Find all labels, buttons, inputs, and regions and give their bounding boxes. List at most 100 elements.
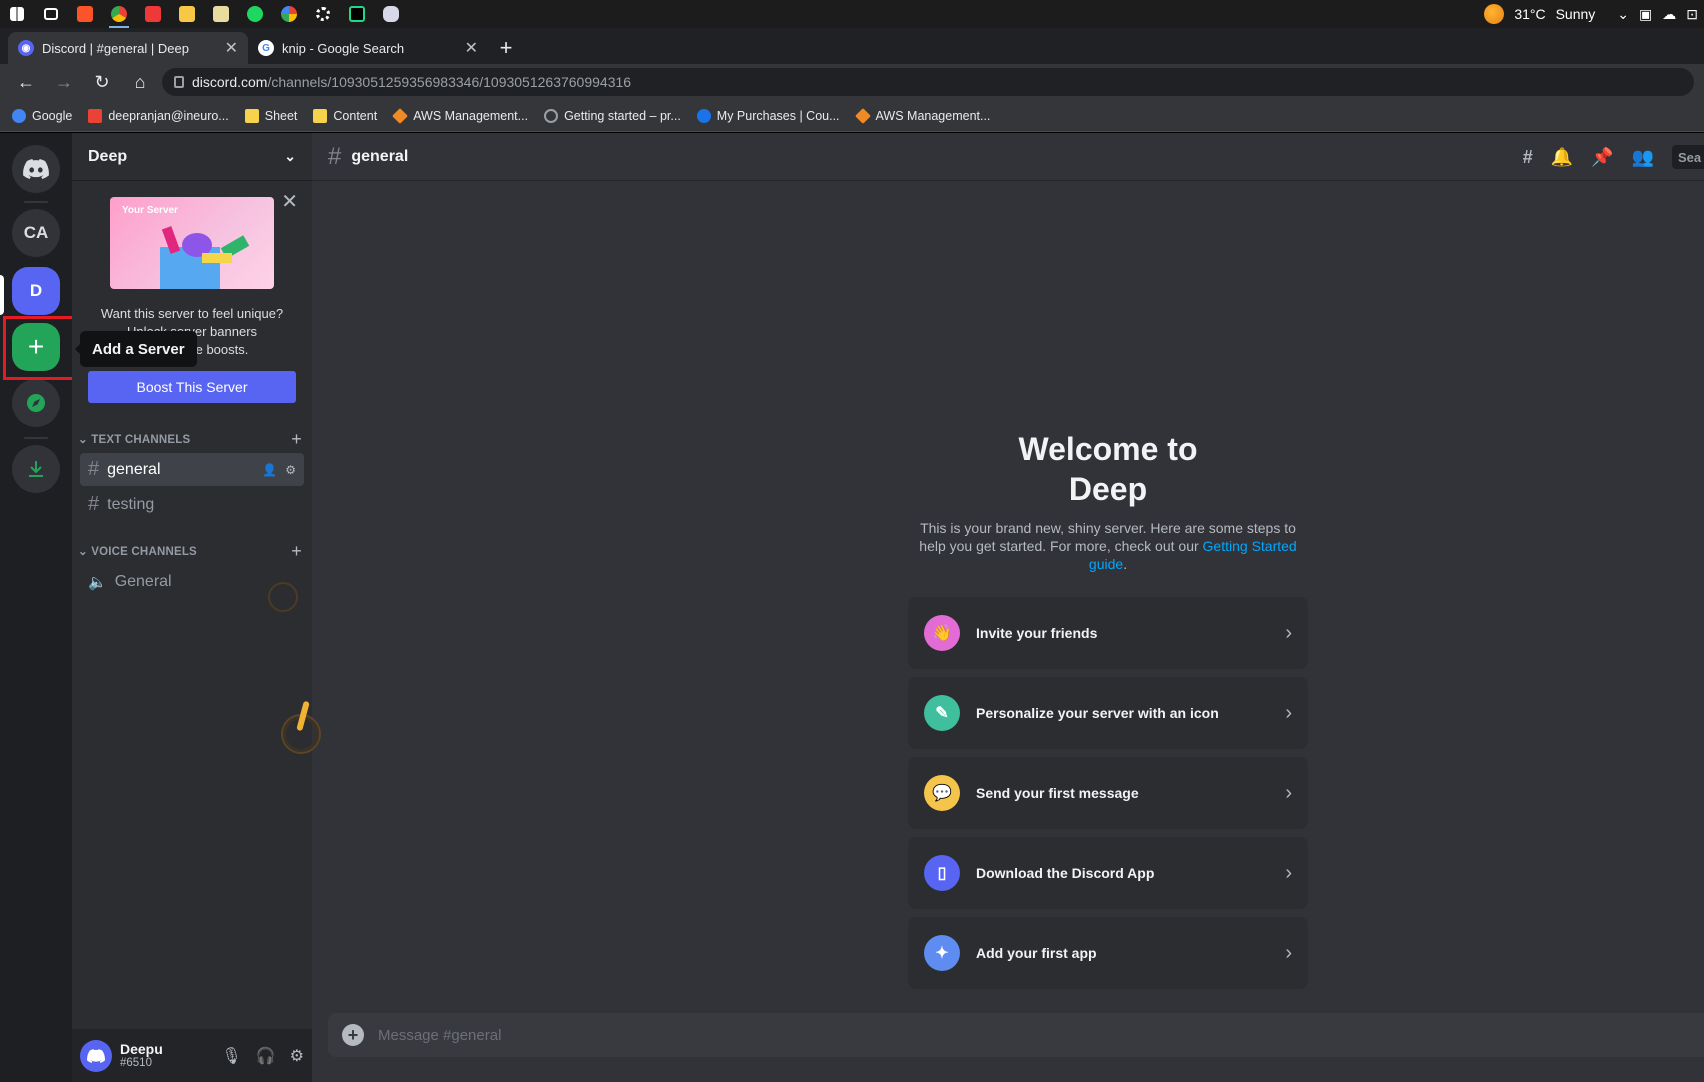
compass-icon[interactable] xyxy=(12,379,60,427)
discord-app: CA D + Add a Server Deep ⌄ ✕ Your Server… xyxy=(0,133,1704,1082)
bookmark-my-purchases[interactable]: My Purchases | Cou... xyxy=(696,108,840,123)
server-deep[interactable]: D xyxy=(12,267,60,315)
google-favicon-icon: G xyxy=(258,40,274,56)
task-view-icon[interactable] xyxy=(34,0,68,28)
back-button[interactable]: ← xyxy=(10,67,42,97)
bookmark-gmail[interactable]: deepranjan@ineuro... xyxy=(88,108,229,123)
welcome-section: Welcome to Deep This is your brand new, s… xyxy=(908,429,1308,573)
server-banner-illustration: Your Server xyxy=(110,197,274,289)
tab-title: knip - Google Search xyxy=(282,40,405,56)
chevron-down-icon: ⌄ xyxy=(78,434,88,446)
brave-icon[interactable] xyxy=(68,0,102,28)
server-name: Deep xyxy=(88,147,128,165)
bookmark-sheet[interactable]: Sheet xyxy=(244,108,298,123)
app-icon[interactable] xyxy=(272,0,306,28)
home-button[interactable]: ⌂ xyxy=(124,67,156,97)
download-app-card[interactable]: ▯ Download the Discord App › xyxy=(908,837,1308,909)
tab-discord[interactable]: ◉ Discord | #general | Deep ✕ xyxy=(8,32,248,64)
category-text-channels[interactable]: ⌄ TEXT CHANNELS + xyxy=(72,427,312,451)
avatar[interactable] xyxy=(80,1039,112,1072)
forward-button[interactable]: → xyxy=(48,67,80,97)
channel-testing[interactable]: # testing xyxy=(80,488,304,521)
url-host: discord.com xyxy=(192,74,268,90)
bookmark-aws-2[interactable]: AWS Management... xyxy=(854,107,990,124)
chevron-up-icon[interactable]: ⌄ xyxy=(1617,6,1629,23)
bookmark-aws-1[interactable]: AWS Management... xyxy=(392,107,528,124)
close-icon[interactable]: ✕ xyxy=(281,189,298,214)
cloud-icon[interactable]: ☁ xyxy=(1662,6,1676,23)
category-voice-channels[interactable]: ⌄ VOICE CHANNELS + xyxy=(72,539,312,563)
selected-server-pill xyxy=(0,275,4,315)
chevron-right-icon: › xyxy=(1285,621,1292,644)
gmail-icon xyxy=(88,108,103,123)
close-tab-icon[interactable]: ✕ xyxy=(225,38,238,58)
channel-name: general xyxy=(107,460,161,478)
system-tray: 31°C Sunny ⌄ ▣ ☁ ⊡ xyxy=(1484,0,1704,28)
bookmark-getting-started[interactable]: Getting started – pr... xyxy=(544,108,681,123)
add-app-card[interactable]: ✦ Add your first app › xyxy=(908,917,1308,989)
invite-icon[interactable]: 👤 xyxy=(262,463,277,477)
threads-icon[interactable]: # xyxy=(1523,147,1533,168)
members-icon[interactable]: 👥 xyxy=(1632,147,1654,168)
hashtag-icon: # xyxy=(328,142,342,170)
tab-google-search[interactable]: G knip - Google Search ✕ xyxy=(248,32,488,64)
bookmark-label: deepranjan@ineuro... xyxy=(108,108,229,123)
bookmark-label: Sheet xyxy=(264,108,298,123)
boost-server-button[interactable]: Boost This Server xyxy=(88,371,296,403)
folder-icon xyxy=(313,108,328,123)
pycharm-icon[interactable] xyxy=(340,0,374,28)
gear-icon[interactable]: ⚙ xyxy=(285,463,296,477)
server-header[interactable]: Deep ⌄ xyxy=(72,133,312,181)
vivaldi-icon[interactable] xyxy=(136,0,170,28)
personalize-server-card[interactable]: ✎ Personalize your server with an icon › xyxy=(908,677,1308,749)
gear-icon[interactable]: ⚙ xyxy=(290,1046,304,1066)
search-input[interactable]: Sea xyxy=(1672,145,1704,169)
bookmark-content[interactable]: Content xyxy=(313,108,378,123)
add-channel-icon[interactable]: + xyxy=(291,429,302,450)
new-tab-button[interactable]: + xyxy=(488,32,524,64)
message-icon: 💬 xyxy=(924,775,960,811)
onboarding-hint-ring xyxy=(268,582,298,612)
bookmark-google[interactable]: Google xyxy=(12,108,72,123)
camera-icon[interactable]: ▣ xyxy=(1639,6,1652,23)
download-icon[interactable] xyxy=(12,445,60,493)
banner-label: Your Server xyxy=(122,205,178,216)
welcome-title: Welcome to Deep xyxy=(908,429,1308,509)
add-channel-icon[interactable]: + xyxy=(291,541,302,562)
user-panel: Deepu #6510 🎙 🎧 ⚙ xyxy=(72,1029,312,1082)
bookmark-label: Content xyxy=(333,108,378,123)
coursera-icon xyxy=(696,108,711,123)
bell-icon[interactable]: 🔔 xyxy=(1551,147,1573,168)
welcome-line-2: Deep xyxy=(1068,471,1148,507)
message-composer[interactable]: + Message #general xyxy=(328,1013,1704,1057)
bookmarks-bar: Google deepranjan@ineuro... Sheet Conten… xyxy=(0,100,1704,132)
headphones-icon[interactable]: 🎧 xyxy=(256,1046,276,1066)
file-explorer-icon[interactable] xyxy=(170,0,204,28)
tray-icon[interactable]: ⊡ xyxy=(1686,6,1698,23)
invite-icon: 👋 xyxy=(924,615,960,651)
pin-icon[interactable]: 📌 xyxy=(1591,147,1613,168)
windows-start-icon[interactable] xyxy=(0,0,34,28)
close-tab-icon[interactable]: ✕ xyxy=(465,38,478,58)
folder-icon xyxy=(244,108,259,123)
mute-mic-icon[interactable]: 🎙 xyxy=(221,1046,241,1066)
reload-button[interactable]: ↻ xyxy=(86,67,118,97)
phone-icon: ▯ xyxy=(924,855,960,891)
google-icon xyxy=(12,108,26,123)
user-tag: #6510 xyxy=(120,1057,152,1069)
add-attachment-icon[interactable]: + xyxy=(342,1024,364,1046)
notepad-icon[interactable] xyxy=(204,0,238,28)
url-field[interactable]: discord.com/channels/1093051259356983346… xyxy=(162,68,1694,96)
channel-general[interactable]: # general 👤 ⚙ xyxy=(80,453,304,486)
spotify-icon[interactable] xyxy=(238,0,272,28)
chat-area: # general # 🔔 📌 👥 Sea Welcome to Deep Thi… xyxy=(312,133,1704,1082)
send-message-card[interactable]: 💬 Send your first message › xyxy=(908,757,1308,829)
server-ca[interactable]: CA xyxy=(12,209,60,257)
chrome-icon[interactable] xyxy=(102,0,136,28)
category-label: TEXT CHANNELS xyxy=(91,434,191,446)
invite-friends-card[interactable]: 👋 Invite your friends › xyxy=(908,597,1308,669)
app-icon-2[interactable] xyxy=(374,0,408,28)
address-toolbar: ← → ↻ ⌂ discord.com/channels/10930512593… xyxy=(0,64,1704,100)
settings-icon[interactable] xyxy=(306,0,340,28)
discord-home-icon[interactable] xyxy=(12,145,60,193)
